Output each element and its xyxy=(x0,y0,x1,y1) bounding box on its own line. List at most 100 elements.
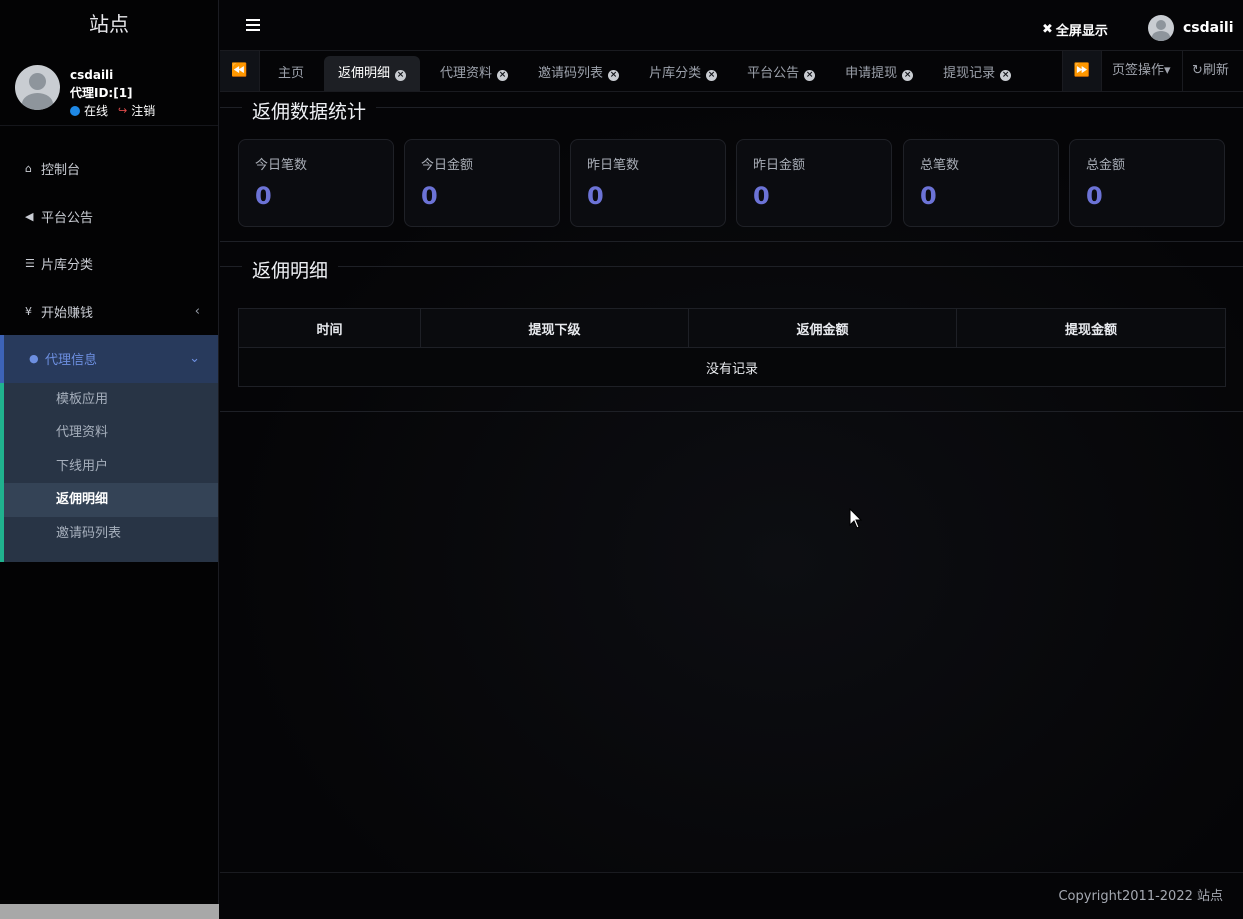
stat-value: 0 xyxy=(753,182,770,210)
sign-out-icon[interactable]: ↪ xyxy=(118,104,127,118)
tabs-scroll-right-button[interactable]: ⏩ xyxy=(1062,51,1102,91)
main-content: 返佣数据统计 今日笔数 0 今日金额 0 昨日笔数 0 昨日金额 0 总笔数 0… xyxy=(220,92,1243,872)
empty-message: 没有记录 xyxy=(238,347,1226,387)
menu-toggle-icon[interactable] xyxy=(246,19,260,34)
sidebar-item-earn[interactable]: ¥ 开始赚钱 ‹ xyxy=(0,288,218,336)
submenu-item-commission-detail[interactable]: 返佣明细 xyxy=(4,483,218,517)
online-status: 在线 xyxy=(84,104,109,118)
submenu-item-agent-profile[interactable]: 代理资料 xyxy=(4,416,218,450)
caret-down-icon: ▾ xyxy=(1164,63,1171,78)
tab-apply-withdraw[interactable]: 申请提现 × xyxy=(835,56,923,91)
sidebar-item-label: 开始赚钱 xyxy=(41,305,94,321)
stat-value: 0 xyxy=(255,182,272,210)
stat-value: 0 xyxy=(421,182,438,210)
close-tab-icon[interactable]: × xyxy=(706,70,718,81)
sidebar-item-library[interactable]: ☰ 片库分类 xyxy=(0,240,218,288)
stat-card-today-count: 今日笔数 0 xyxy=(238,139,394,227)
fullscreen-button[interactable]: ✖ 全屏显示 xyxy=(1042,20,1108,39)
stat-card-total-count: 总笔数 0 xyxy=(903,139,1059,227)
tab-label: 主页 xyxy=(278,66,305,81)
stat-card-today-amount: 今日金额 0 xyxy=(404,139,560,227)
close-tab-icon[interactable]: × xyxy=(497,70,509,81)
mouse-cursor-icon xyxy=(849,508,863,529)
sidebar: 站点 csdaili 代理ID:[1] 在线 ↪ 注销 ⌂ 控制台 ◀ 平台公告… xyxy=(0,0,219,919)
refresh-label: 刷新 xyxy=(1202,63,1229,78)
stat-label: 昨日金额 xyxy=(753,158,806,173)
stat-label: 今日笔数 xyxy=(255,158,308,173)
commission-detail-panel: 返佣明细 时间 提现下级 返佣金额 提现金额 没有记录 xyxy=(220,256,1243,412)
stat-label: 昨日笔数 xyxy=(587,158,640,173)
submenu-item-invite-codes[interactable]: 邀请码列表 xyxy=(4,517,218,551)
online-dot-icon xyxy=(70,106,80,116)
bullhorn-icon: ◀ xyxy=(25,209,34,223)
header-username[interactable]: csdaili xyxy=(1183,20,1234,36)
sidebar-item-dashboard[interactable]: ⌂ 控制台 xyxy=(0,145,218,193)
header-avatar[interactable] xyxy=(1148,15,1174,41)
list-icon: ☰ xyxy=(25,257,35,271)
stat-value: 0 xyxy=(587,182,604,210)
commission-table: 时间 提现下级 返佣金额 提现金额 没有记录 xyxy=(238,308,1226,387)
column-header-commission[interactable]: 返佣金额 xyxy=(688,308,957,348)
table-row: 没有记录 xyxy=(238,347,1226,387)
stat-card-total-amount: 总金额 0 xyxy=(1069,139,1225,227)
double-chevron-right-icon: ⏩ xyxy=(1073,63,1091,78)
agent-id: 代理ID:[1] xyxy=(70,86,133,100)
logout-link[interactable]: 注销 xyxy=(131,104,155,118)
sidebar-item-agent-info[interactable]: ● 代理信息 ⌄ xyxy=(0,335,218,383)
tab-withdraw-records[interactable]: 提现记录 × xyxy=(933,56,1021,91)
sidebar-item-label: 代理信息 xyxy=(45,353,98,369)
stats-title: 返佣数据统计 xyxy=(242,97,377,124)
submenu-agent-info: 模板应用 代理资料 下线用户 返佣明细 邀请码列表 xyxy=(0,382,218,562)
chevron-left-icon: ‹ xyxy=(194,303,200,319)
stat-value: 0 xyxy=(1086,182,1103,210)
top-header: ✖ 全屏显示 csdaili xyxy=(220,0,1243,50)
close-tab-icon[interactable]: × xyxy=(395,70,407,81)
stat-label: 总笔数 xyxy=(920,158,960,173)
column-header-withdraw-amount[interactable]: 提现金额 xyxy=(956,308,1226,348)
column-header-time[interactable]: 时间 xyxy=(238,308,421,348)
horizontal-scrollbar[interactable] xyxy=(0,904,219,919)
sidebar-item-announcement[interactable]: ◀ 平台公告 xyxy=(0,193,218,241)
avatar xyxy=(15,65,60,110)
tab-invite-codes[interactable]: 邀请码列表 × xyxy=(528,56,629,91)
double-chevron-left-icon: ⏪ xyxy=(231,63,248,78)
close-tab-icon[interactable]: × xyxy=(608,70,620,81)
user-name: csdaili xyxy=(70,68,114,82)
submenu-item-downline-users[interactable]: 下线用户 xyxy=(4,450,218,484)
refresh-icon: ↻ xyxy=(1192,63,1203,78)
tab-list: 主页 返佣明细 × 代理资料 × 邀请码列表 × 片库分类 × 平台公告 × 申请提现 × 提现记录 × xyxy=(260,51,1062,91)
tab-home[interactable]: 主页 xyxy=(268,56,314,91)
column-header-downline[interactable]: 提现下级 xyxy=(420,308,689,348)
stat-label: 今日金额 xyxy=(421,158,474,173)
tab-library[interactable]: 片库分类 × xyxy=(639,56,727,91)
page-tabs-bar: ⏪ 主页 返佣明细 × 代理资料 × 邀请码列表 × 片库分类 × 平台公告 × 申请提现 × 提现记录 ×… xyxy=(220,50,1243,92)
tab-label: 返佣明细 xyxy=(338,66,391,81)
yen-icon: ¥ xyxy=(25,304,32,318)
sidebar-item-label: 片库分类 xyxy=(41,258,94,274)
sidebar-nav: ⌂ 控制台 ◀ 平台公告 ☰ 片库分类 ¥ 开始赚钱 ‹ ● 代理信息 ⌄ xyxy=(0,145,218,383)
tab-ops-label: 页签操作 xyxy=(1112,63,1165,78)
tab-label: 邀请码列表 xyxy=(538,66,604,81)
submenu-item-template[interactable]: 模板应用 xyxy=(4,383,218,417)
stat-value: 0 xyxy=(920,182,937,210)
table-header-row: 时间 提现下级 返佣金额 提现金额 xyxy=(238,308,1226,348)
sidebar-item-label: 平台公告 xyxy=(41,210,94,226)
close-tab-icon[interactable]: × xyxy=(1000,70,1012,81)
tab-label: 提现记录 xyxy=(943,66,996,81)
sidebar-item-label: 控制台 xyxy=(41,163,81,179)
tabs-scroll-left-button[interactable]: ⏪ xyxy=(220,51,260,91)
tab-announcement[interactable]: 平台公告 × xyxy=(737,56,825,91)
chevron-down-icon: ⌄ xyxy=(189,351,200,367)
stat-card-yesterday-count: 昨日笔数 0 xyxy=(570,139,726,227)
user-icon: ● xyxy=(29,352,39,366)
tab-agent-profile[interactable]: 代理资料 × xyxy=(430,56,518,91)
tab-operations-dropdown[interactable]: 页签操作▾ xyxy=(1103,51,1183,91)
copyright-text: Copyright2011-2022 站点 xyxy=(1058,889,1223,904)
refresh-button[interactable]: ↻刷新 xyxy=(1183,51,1243,91)
tab-label: 代理资料 xyxy=(440,66,493,81)
close-tab-icon[interactable]: × xyxy=(804,70,816,81)
close-tab-icon[interactable]: × xyxy=(902,70,914,81)
brand-title[interactable]: 站点 xyxy=(0,0,218,50)
tab-commission-detail[interactable]: 返佣明细 × xyxy=(324,56,421,91)
tab-label: 片库分类 xyxy=(649,66,702,81)
